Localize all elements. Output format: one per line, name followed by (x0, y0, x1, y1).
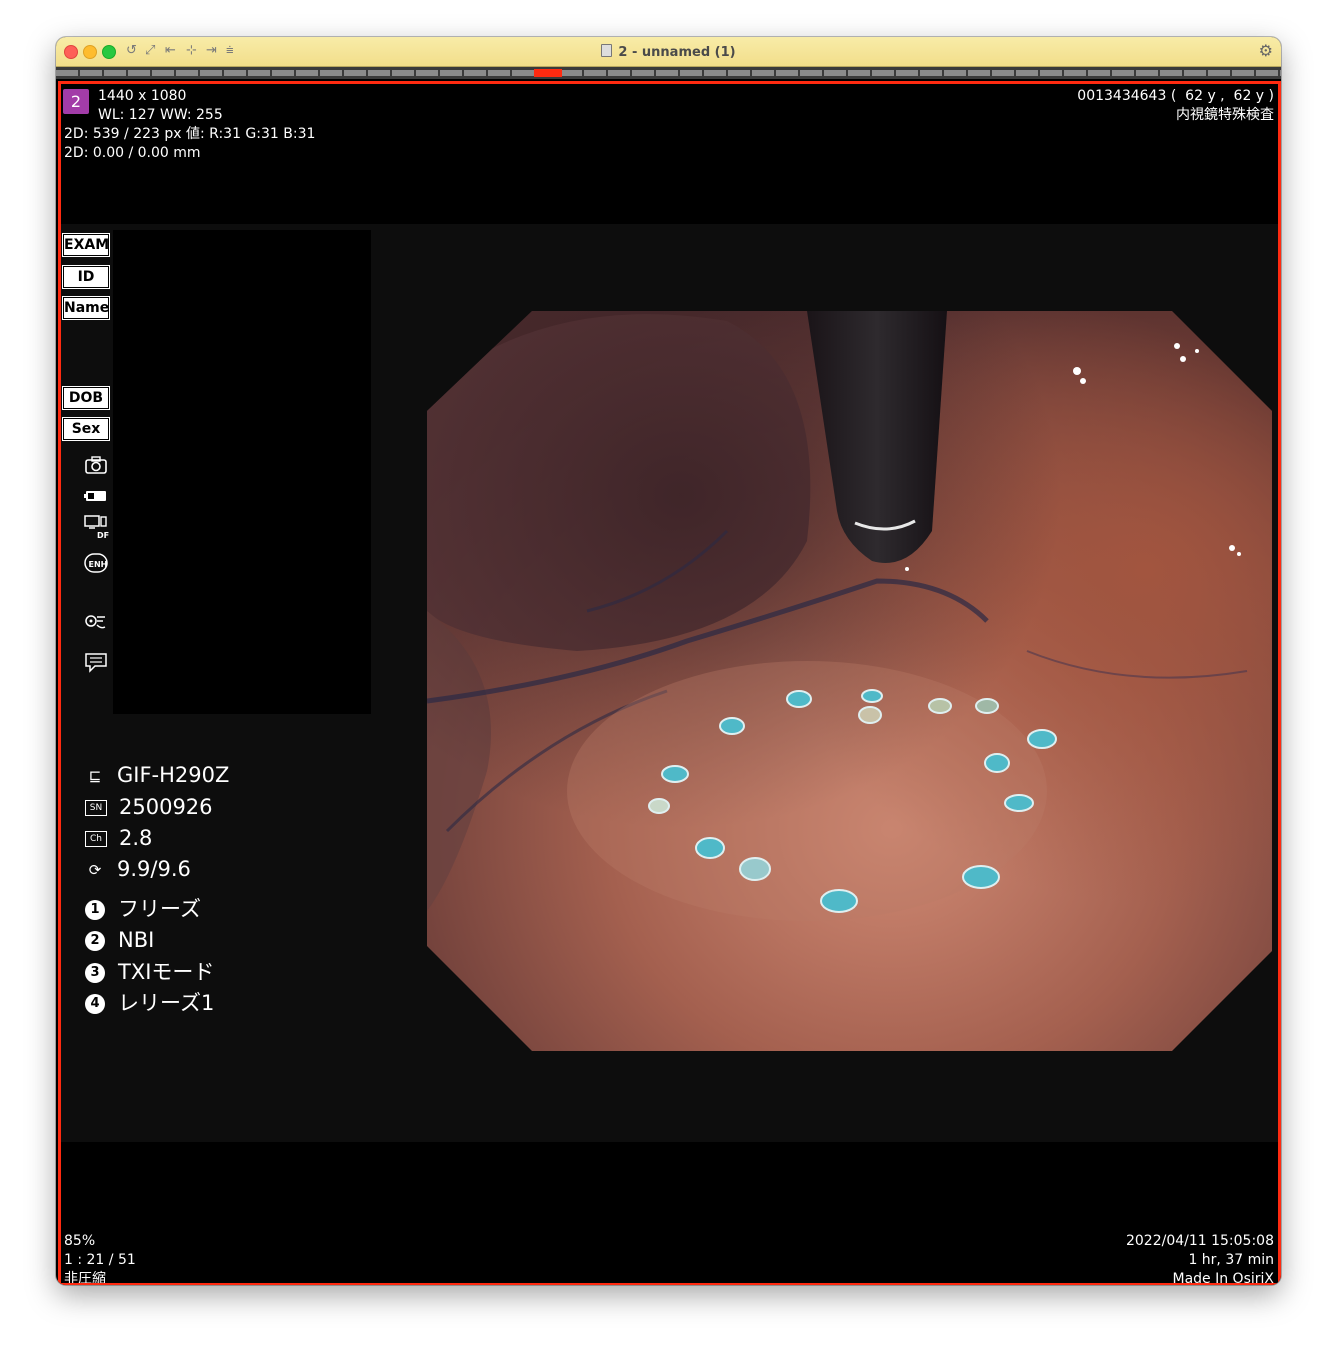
dob-label: DOB (63, 387, 109, 409)
mode-label: TXIモード (118, 960, 215, 984)
mode-number-3: 3 (85, 963, 105, 983)
exam-label: EXAM (63, 234, 109, 256)
sex-label: Sex (63, 418, 109, 440)
image-viewer[interactable]: 2 1440 x 1080 WL: 127 WW: 255 2D: 539 / … (58, 81, 1281, 1285)
acquisition-datetime: 2022/04/11 15:05:08 (1125, 1233, 1274, 1249)
name-label: Name (63, 297, 109, 319)
pixel-value: 2D: 539 / 223 px 値: R:31 G:31 B:31 (64, 126, 316, 142)
scope-serial: SN 2500926 (83, 793, 213, 821)
patient-info-panel (113, 230, 371, 714)
scope-channel: Ch 2.8 (83, 824, 152, 852)
mode-number-2: 2 (85, 931, 105, 951)
viewer-window: ↺ ⤢ ⇤ ⊹ ⇥ ⩧ 2 - unnamed (1) ⚙ 2 1440 x 1… (56, 37, 1281, 1285)
frame-index: 1 : 21 / 51 (64, 1252, 136, 1268)
scope-model-text: GIF-H290Z (117, 763, 230, 787)
document-icon (601, 44, 613, 57)
mode-release: 4 レリーズ1 (83, 989, 214, 1017)
svg-text:ENH: ENH (89, 560, 108, 569)
gear-icon[interactable]: ⚙ (1259, 41, 1273, 60)
window-title: 2 - unnamed (1) (56, 44, 1281, 60)
scope-ratio: ⟳ 9.9/9.6 (83, 855, 191, 883)
mode-label: NBI (118, 928, 155, 952)
series-badge: 2 (63, 89, 89, 114)
scope-channel-text: 2.8 (119, 826, 153, 850)
ch-icon: Ch (85, 831, 107, 847)
study-description: 内視鏡特殊検査 (1176, 107, 1274, 123)
comment-icon (85, 653, 107, 673)
mode-number-1: 1 (85, 900, 105, 920)
scope-model: ⊑ GIF-H290Z (83, 761, 230, 789)
display-df-icon: DF (84, 515, 109, 540)
scrubber-ticks (56, 70, 1281, 76)
battery-icon (84, 491, 106, 501)
frame-scrubber[interactable] (56, 67, 1281, 79)
svg-text:DF: DF (97, 531, 109, 540)
scope-serial-text: 2500926 (119, 795, 213, 819)
mode-label: フリーズ (118, 897, 201, 921)
mode-freeze: 1 フリーズ (83, 895, 201, 923)
title-bar[interactable]: ↺ ⤢ ⇤ ⊹ ⇥ ⩧ 2 - unnamed (1) ⚙ (56, 37, 1281, 67)
window-title-text: 2 - unnamed (1) (618, 45, 736, 60)
scrubber-position[interactable] (534, 69, 562, 77)
enh-icon: ENH (84, 553, 108, 573)
camera-icon (85, 456, 107, 474)
endoscopy-image[interactable]: EXAM ID Name DOB Sex DF ENH ⊑ GIF-H290Z … (61, 224, 1278, 1142)
made-in-osirix: Made In OsiriX (1172, 1271, 1275, 1285)
id-label: ID (63, 266, 109, 288)
scope-settings-icon (85, 615, 106, 629)
mode-number-4: 4 (85, 994, 105, 1014)
zoom-level: 85% (64, 1233, 96, 1249)
scope-ratio-text: 9.9/9.6 (117, 857, 191, 881)
compression-status: 非圧縮 (64, 1271, 106, 1285)
mode-nbi: 2 NBI (83, 926, 154, 954)
duration: 1 hr, 37 min (1188, 1252, 1274, 1268)
mode-txi: 3 TXIモード (83, 958, 214, 986)
scope-icon: ⊑ (88, 767, 102, 785)
window-level: WL: 127 WW: 255 (98, 107, 223, 123)
image-dimensions: 1440 x 1080 (98, 88, 187, 104)
rotate-icon: ⟳ (88, 861, 102, 879)
measurement: 2D: 0.00 / 0.00 mm (64, 145, 201, 161)
sn-icon: SN (85, 800, 107, 816)
mode-label: レリーズ1 (118, 991, 215, 1015)
endoscopic-photo (427, 311, 1272, 1051)
patient-id-age: 0013434643 ( 62 y , 62 y ) (1077, 88, 1274, 104)
